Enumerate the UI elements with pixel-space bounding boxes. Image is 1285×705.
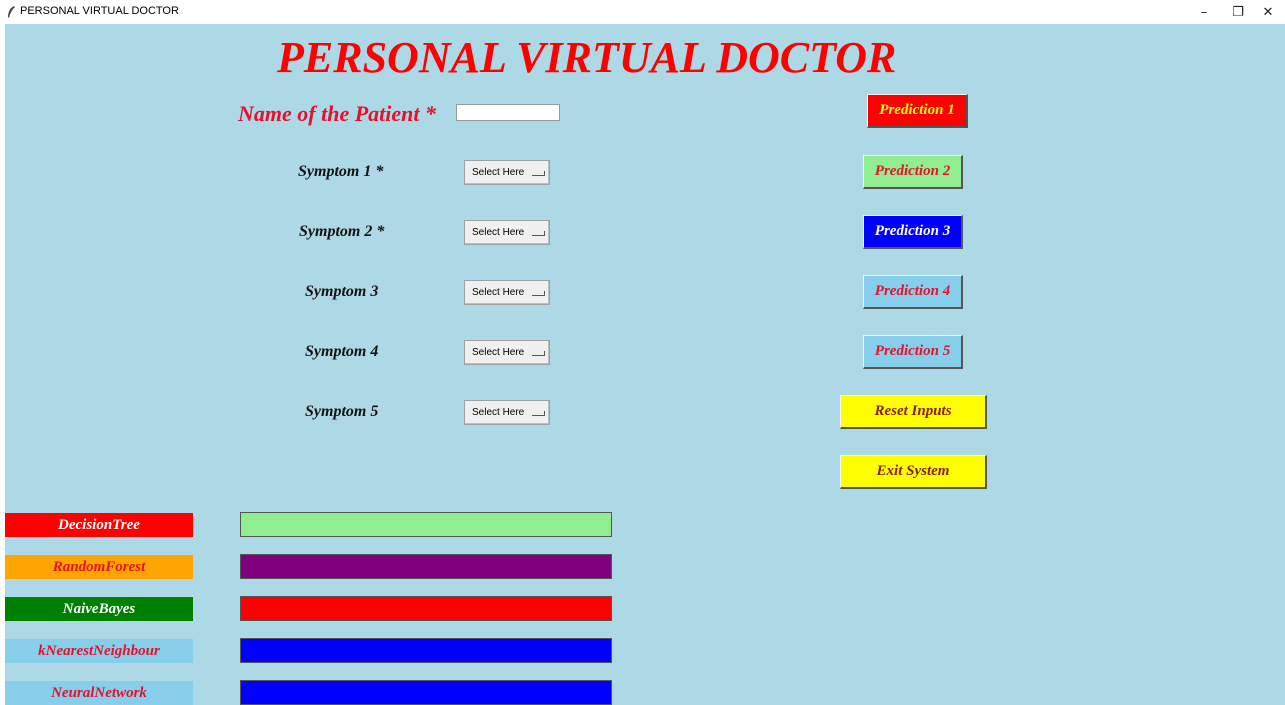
- symptom-1-label: Symptom 1 *: [298, 163, 384, 180]
- prediction-4-button[interactable]: Prediction 4: [863, 275, 963, 309]
- dropdown-indicator-icon: [532, 411, 546, 416]
- result-box-knearestneighbour: [240, 638, 612, 663]
- symptom-4-dropdown[interactable]: Select Here: [464, 340, 550, 365]
- result-box-decisiontree: [240, 512, 612, 537]
- dropdown-value: Select Here: [472, 167, 525, 178]
- minimize-button[interactable]: –: [1187, 0, 1221, 24]
- dropdown-indicator-icon: [532, 171, 546, 176]
- prediction-1-button[interactable]: Prediction 1: [867, 94, 968, 128]
- dropdown-value: Select Here: [472, 287, 525, 298]
- result-box-naivebayes: [240, 596, 612, 621]
- symptom-2-label: Symptom 2 *: [299, 223, 385, 240]
- app-content: PERSONAL VIRTUAL DOCTOR Name of the Pati…: [5, 24, 1285, 705]
- algorithm-label-neuralnetwork: NeuralNetwork: [5, 681, 193, 705]
- dropdown-value: Select Here: [472, 227, 525, 238]
- prediction-5-button[interactable]: Prediction 5: [863, 335, 963, 369]
- window-title: PERSONAL VIRTUAL DOCTOR: [20, 5, 179, 17]
- symptom-3-label: Symptom 3: [305, 283, 379, 300]
- reset-inputs-button[interactable]: Reset Inputs: [840, 395, 987, 429]
- patient-name-input[interactable]: [456, 104, 560, 121]
- algorithm-label-decisiontree: DecisionTree: [5, 513, 193, 537]
- patient-name-label: Name of the Patient *: [238, 101, 436, 126]
- dropdown-value: Select Here: [472, 347, 525, 358]
- symptom-1-dropdown[interactable]: Select Here: [464, 160, 550, 185]
- prediction-2-button[interactable]: Prediction 2: [863, 155, 963, 189]
- exit-system-button[interactable]: Exit System: [840, 455, 987, 489]
- restore-button[interactable]: ❐: [1221, 0, 1255, 24]
- symptom-5-label: Symptom 5: [305, 403, 379, 420]
- window-titlebar: PERSONAL VIRTUAL DOCTOR – ❐ ✕: [0, 0, 1285, 24]
- feather-icon: [6, 5, 16, 19]
- dropdown-value: Select Here: [472, 407, 525, 418]
- symptom-2-dropdown[interactable]: Select Here: [464, 220, 550, 245]
- result-box-randomforest: [240, 554, 612, 579]
- algorithm-label-knearestneighbour: kNearestNeighbour: [5, 639, 193, 663]
- dropdown-indicator-icon: [532, 231, 546, 236]
- symptom-5-dropdown[interactable]: Select Here: [464, 400, 550, 425]
- symptom-3-dropdown[interactable]: Select Here: [464, 280, 550, 305]
- close-button[interactable]: ✕: [1251, 0, 1285, 24]
- algorithm-label-naivebayes: NaiveBayes: [5, 597, 193, 621]
- dropdown-indicator-icon: [532, 351, 546, 356]
- dropdown-indicator-icon: [532, 291, 546, 296]
- result-box-neuralnetwork: [240, 680, 612, 705]
- symptom-4-label: Symptom 4: [305, 343, 379, 360]
- algorithm-label-randomforest: RandomForest: [5, 555, 193, 579]
- page-title: PERSONAL VIRTUAL DOCTOR: [277, 33, 897, 82]
- prediction-3-button[interactable]: Prediction 3: [863, 215, 963, 249]
